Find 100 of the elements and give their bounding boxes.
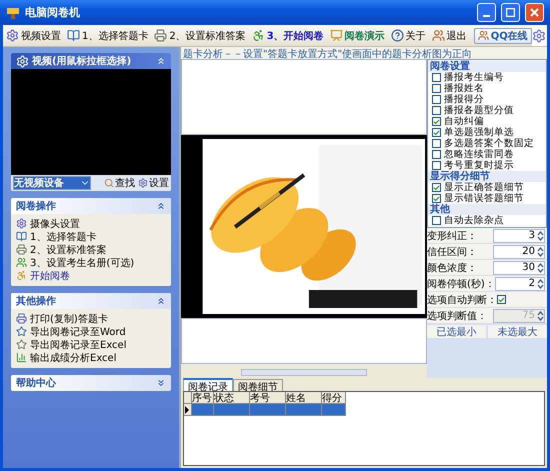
expand-icon[interactable] xyxy=(156,378,166,388)
toolbar-button[interactable]: 退出 xyxy=(428,26,470,45)
checkbox[interactable] xyxy=(432,216,441,225)
checkbox[interactable] xyxy=(432,128,441,137)
column-header[interactable]: 状态 xyxy=(214,392,250,404)
app-icon xyxy=(6,6,20,20)
tab[interactable]: 阅卷记录 xyxy=(183,378,233,391)
wheelchair-icon xyxy=(16,270,27,281)
star-icon xyxy=(16,326,27,337)
column-header[interactable]: 考号 xyxy=(250,392,286,404)
collapse-icon[interactable] xyxy=(156,201,166,211)
minimize-button[interactable] xyxy=(477,3,496,22)
number-field[interactable]: 30 xyxy=(493,260,545,274)
checkbox[interactable] xyxy=(432,183,441,192)
section-header: 阅卷设置 xyxy=(428,61,546,72)
search-icon xyxy=(104,178,114,188)
qq-button[interactable]: QQ在线 xyxy=(474,28,532,44)
maximize-icon xyxy=(506,8,515,17)
spin-arrows-icon[interactable] xyxy=(537,246,544,256)
section-header: 显示得分细节 xyxy=(428,171,546,182)
minimize-icon xyxy=(483,14,490,16)
help-icon xyxy=(390,29,404,42)
settings-button[interactable]: 设置 xyxy=(138,176,169,190)
number-field[interactable]: 3 xyxy=(493,228,545,242)
settings-tab[interactable] xyxy=(532,26,547,46)
field-label: 选项判断值： xyxy=(427,310,488,322)
users-icon xyxy=(16,257,27,268)
checkbox[interactable] xyxy=(497,295,506,304)
gear-icon xyxy=(16,218,27,229)
table-cell xyxy=(214,404,250,416)
spin-arrows-icon[interactable] xyxy=(537,278,544,288)
toolbar-button[interactable]: 2、设置标准答案 xyxy=(151,26,249,45)
toolbar-button[interactable]: 关于 xyxy=(388,26,429,45)
task-link[interactable]: 2、设置标准答案 xyxy=(16,243,166,256)
maximize-button[interactable] xyxy=(501,3,520,22)
panel-title: 其他操作 xyxy=(16,294,57,308)
option-label: 显示正确答题细节 xyxy=(444,181,524,193)
printer-icon xyxy=(16,244,27,255)
collapse-icon[interactable] xyxy=(156,296,166,306)
users-icon xyxy=(478,30,489,41)
printer-icon xyxy=(154,29,168,42)
field-label: 信任区间： xyxy=(427,246,478,258)
close-button[interactable] xyxy=(525,3,544,22)
column-header[interactable]: 序号 xyxy=(192,392,214,404)
gear-icon xyxy=(138,178,148,188)
option-label: 考号重复时提示 xyxy=(444,159,514,171)
checkbox[interactable] xyxy=(432,73,441,82)
panel-header[interactable]: 帮助中心 xyxy=(11,375,171,391)
close-icon xyxy=(530,8,539,17)
checkbox[interactable] xyxy=(432,117,441,126)
task-link[interactable]: 导出阅卷记录至Excel xyxy=(16,338,166,351)
gear-icon xyxy=(532,28,546,42)
gear-icon xyxy=(16,54,29,68)
option-label: 播报考生编号 xyxy=(444,71,504,83)
scrollbar[interactable] xyxy=(241,369,367,376)
panel-title: 帮助中心 xyxy=(16,376,57,390)
window-title: 电脑阅卷机 xyxy=(25,5,81,20)
tab[interactable]: 阅卷细节 xyxy=(233,379,283,391)
field-label: 颜色浓度： xyxy=(427,262,478,274)
option-label: 自动纠偏 xyxy=(444,115,484,127)
wheelchair-icon xyxy=(252,29,265,42)
column-header[interactable]: 姓名 xyxy=(286,392,322,404)
option-label: 播报姓名 xyxy=(444,82,484,94)
option-button[interactable]: 已选最小 xyxy=(427,325,486,338)
option-button[interactable]: 未选最大 xyxy=(488,325,547,338)
task-link[interactable]: 输出成绩分析Excel xyxy=(16,351,166,364)
presentation-icon xyxy=(330,29,343,42)
toolbar-button[interactable]: 3、开始阅卷 xyxy=(248,26,327,45)
checkbox[interactable] xyxy=(432,139,441,148)
checkbox[interactable] xyxy=(432,106,441,115)
task-link[interactable]: 打印(复制)答题卡 xyxy=(16,312,166,325)
checkbox[interactable] xyxy=(432,161,441,170)
spin-arrows-icon[interactable] xyxy=(537,230,544,240)
option-label: 播报各题型分值 xyxy=(444,104,514,116)
panel-header[interactable]: 其他操作 xyxy=(11,293,171,309)
task-link[interactable]: 1、选择答题卡 xyxy=(16,230,166,243)
task-link[interactable]: 摄像头设置 xyxy=(16,217,166,230)
checkbox[interactable] xyxy=(432,194,441,203)
checkbox[interactable] xyxy=(432,95,441,104)
option-label: 多选题答案个数固定 xyxy=(444,137,534,149)
toolbar-button[interactable]: 阅卷演示 xyxy=(326,26,388,45)
printer-icon xyxy=(16,313,27,324)
panel-header[interactable]: 阅卷操作 xyxy=(11,198,171,214)
device-dropdown[interactable]: 无视频设备 xyxy=(13,176,91,190)
checkbox[interactable] xyxy=(432,150,441,159)
find-button[interactable]: 查找 xyxy=(104,176,135,190)
spin-arrows-icon[interactable] xyxy=(537,262,544,272)
toolbar-button[interactable]: 视频设置 xyxy=(3,26,64,45)
checkbox[interactable] xyxy=(432,84,441,93)
column-header[interactable]: 得分 xyxy=(322,392,346,404)
book-icon xyxy=(67,29,80,42)
task-link[interactable]: 导出阅卷记录至Word xyxy=(16,325,166,338)
number-field[interactable]: 20 xyxy=(493,244,545,258)
task-link[interactable]: 3、设置考生名册(可选) xyxy=(16,256,166,269)
option-label: 播报得分 xyxy=(444,93,484,105)
collapse-icon[interactable] xyxy=(156,56,166,66)
panel-title: 阅卷操作 xyxy=(16,200,57,213)
toolbar-button[interactable]: 1、选择答题卡 xyxy=(64,26,152,45)
task-link[interactable]: 开始阅卷 xyxy=(16,269,166,282)
number-field[interactable]: 2 xyxy=(494,276,545,290)
